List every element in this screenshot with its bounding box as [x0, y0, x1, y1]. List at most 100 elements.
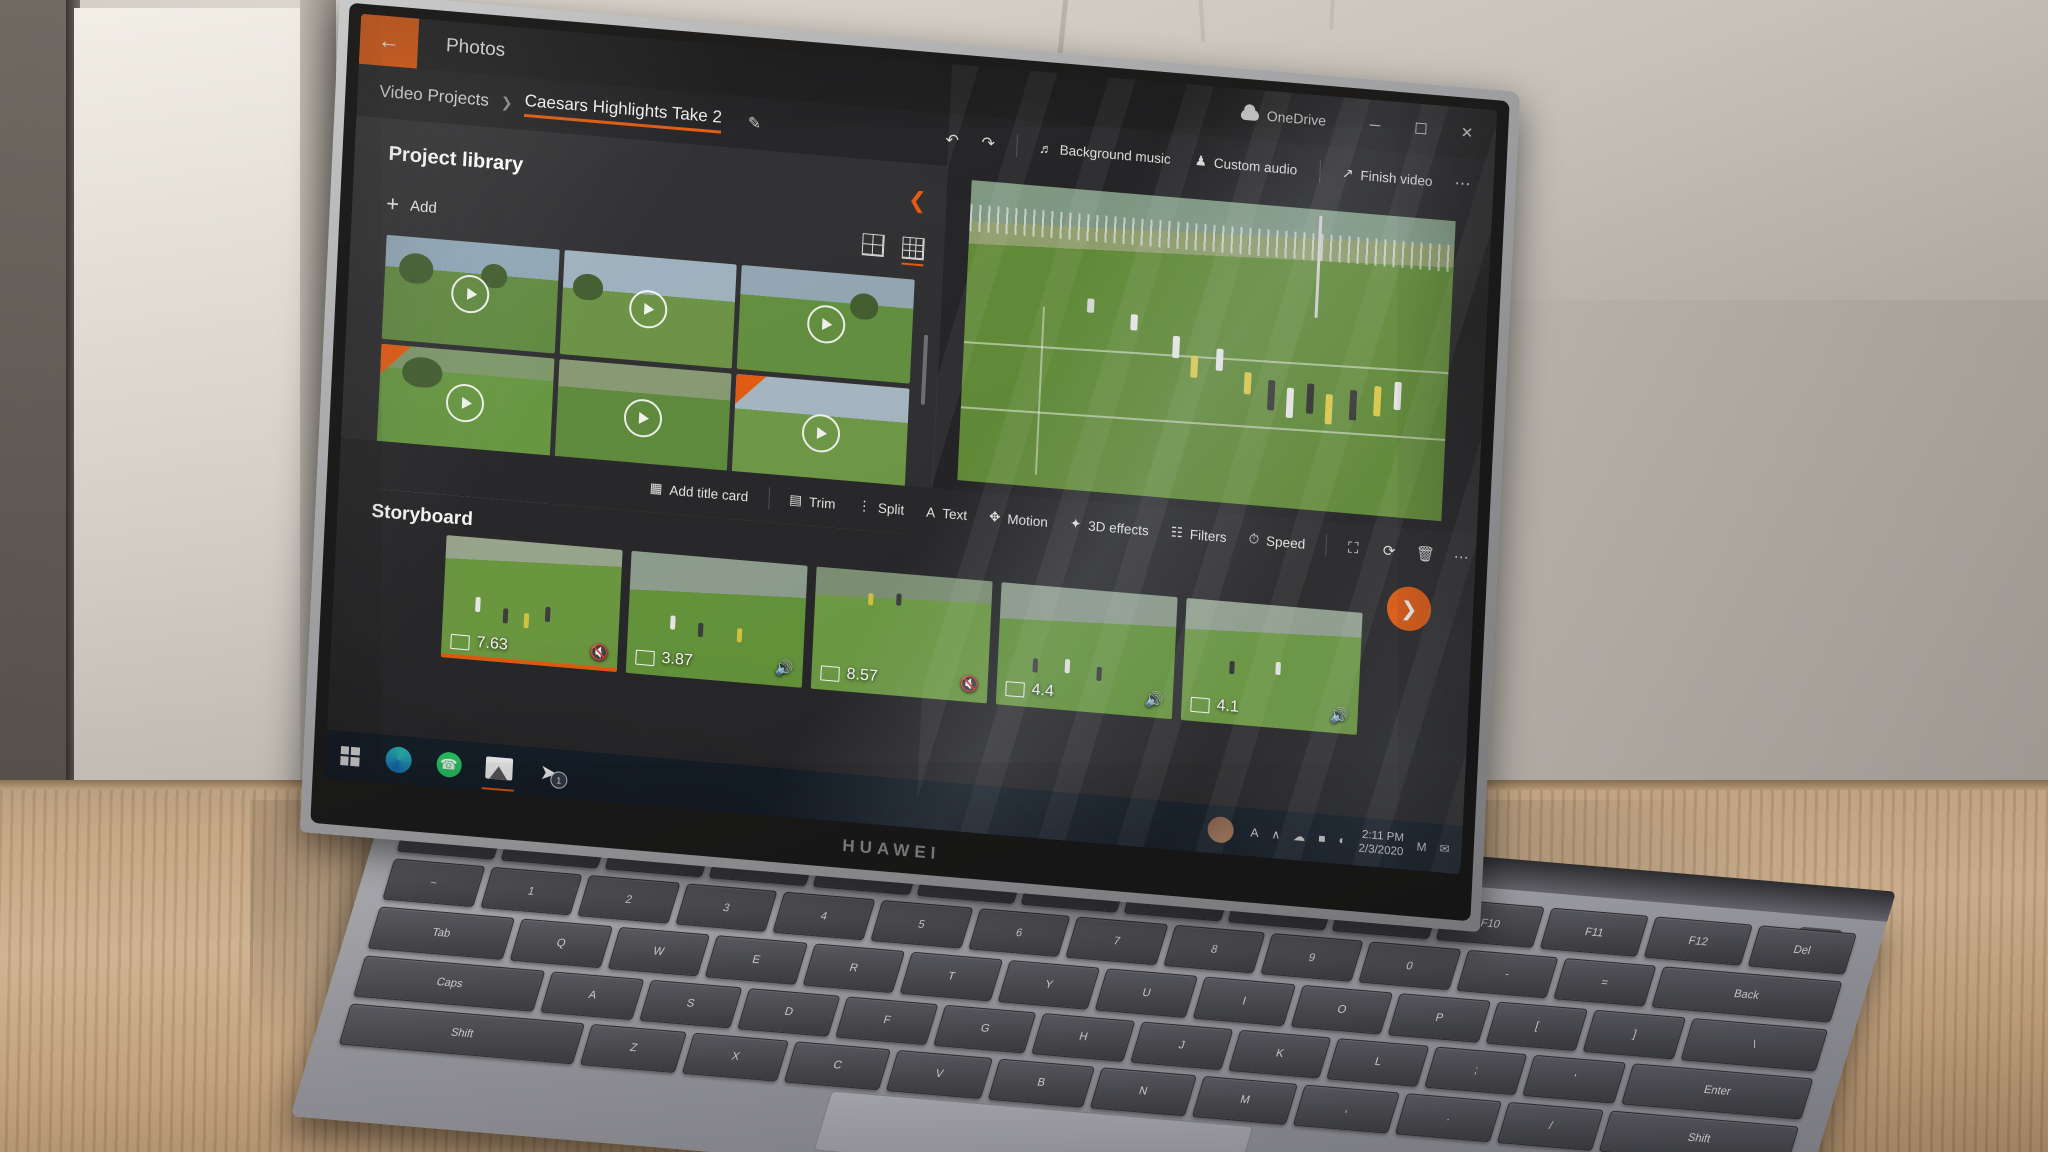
screen: ← Photos OneDrive ─ ☐ ✕ Video Projects ❯… — [324, 13, 1498, 875]
onedrive-status[interactable]: OneDrive — [1240, 106, 1326, 129]
divider — [767, 487, 770, 510]
chevron-left-icon[interactable]: ❮ — [907, 187, 928, 215]
split-button[interactable]: ⋮ Split — [847, 492, 915, 524]
redo-button[interactable]: ↷ — [971, 127, 1006, 160]
view-toggles — [861, 233, 925, 261]
meet-now-icon[interactable]: M — [1416, 839, 1427, 854]
text-icon: A — [925, 504, 936, 520]
play-icon — [628, 288, 669, 330]
filters-button[interactable]: ☷ Filters — [1160, 519, 1237, 551]
storyboard-clip[interactable]: 8.57 🔇 — [810, 566, 993, 704]
library-thumbnail[interactable] — [559, 249, 738, 369]
storyboard-clip[interactable]: 4.4 🔊 — [995, 582, 1178, 720]
maximize-button[interactable]: ☐ — [1397, 102, 1445, 156]
clock-time: 2:11 PM — [1361, 828, 1405, 844]
close-button[interactable]: ✕ — [1443, 106, 1491, 160]
play-icon — [805, 303, 846, 345]
library-thumbnail[interactable] — [737, 264, 915, 384]
chevron-up-icon[interactable]: ∧ — [1271, 827, 1280, 842]
speaker-icon[interactable]: 🔊 — [1145, 690, 1165, 710]
duration-icon — [635, 649, 655, 666]
storyboard-clip[interactable]: 7.63 🔇 — [440, 535, 623, 673]
trim-button[interactable]: ▤ Trim — [779, 486, 847, 518]
video-preview-panel: ◂| ▷ |▸ 0:00.00 2:13.76 ⧈ — [932, 166, 1493, 562]
storyboard-clip[interactable]: 3.87 🔊 — [625, 550, 808, 688]
add-title-card-label: Add title card — [669, 482, 749, 504]
background-music-button[interactable]: ♬ Background music — [1028, 133, 1183, 173]
split-label: Split — [877, 499, 905, 518]
photo-scene: EscF1F2F3 F4F5F6F7 F8F9F10F11 F12Del ~12… — [0, 0, 2048, 1152]
divider — [1015, 134, 1018, 157]
text-button[interactable]: A Text — [916, 498, 978, 528]
notification-icon[interactable]: ✉ — [1439, 841, 1450, 856]
divider — [1324, 534, 1327, 557]
back-button[interactable]: ← — [358, 13, 420, 69]
motion-icon: ✥ — [988, 508, 1001, 525]
undo-button[interactable]: ↶ — [935, 124, 970, 157]
speed-icon: ⏱ — [1248, 530, 1260, 547]
play-icon — [623, 397, 663, 439]
more-options-button[interactable]: ⋯ — [1445, 167, 1480, 200]
wifi-icon[interactable]: ◐ — [1338, 833, 1346, 848]
start-button[interactable] — [325, 730, 375, 782]
custom-audio-button[interactable]: ♟ Custom audio — [1183, 146, 1309, 185]
export-icon: ↗ — [1341, 165, 1354, 182]
speaker-icon[interactable]: 🔊 — [1330, 706, 1350, 726]
taskbar-app-telegram[interactable]: ➤ 1 — [523, 747, 575, 799]
breadcrumb-current[interactable]: Caesars Highlights Take 2 — [524, 91, 722, 134]
add-title-card-button[interactable]: ▦ Add title card — [639, 474, 759, 510]
delete-icon[interactable]: 🗑 — [1407, 538, 1442, 571]
speed-label: Speed — [1265, 532, 1306, 552]
clock[interactable]: 2:11 PM 2/3/2020 — [1358, 827, 1404, 860]
rotate-icon[interactable]: ⟳ — [1371, 534, 1406, 567]
resize-icon[interactable]: ⛶ — [1335, 531, 1370, 564]
battery-icon[interactable]: ■ — [1318, 831, 1326, 846]
trim-label: Trim — [808, 494, 836, 512]
motion-label: Motion — [1007, 510, 1049, 530]
selected-flag-icon — [735, 373, 767, 407]
person-audio-icon: ♟ — [1194, 152, 1208, 169]
taskbar-app-edge[interactable] — [373, 734, 425, 786]
play-icon — [800, 412, 841, 454]
pencil-icon[interactable]: ✎ — [747, 113, 761, 134]
mute-icon[interactable]: 🔇 — [960, 674, 980, 694]
minimize-button[interactable]: ─ — [1351, 98, 1399, 152]
grid-large-icon[interactable] — [861, 233, 885, 257]
cloud-icon[interactable]: ☁ — [1293, 829, 1306, 844]
storyboard-title: Storyboard — [370, 500, 474, 531]
text-label: Text — [941, 505, 968, 523]
whatsapp-icon: ☎ — [435, 750, 462, 778]
speaker-icon[interactable]: 🔊 — [775, 658, 795, 678]
finish-video-button[interactable]: ↗ Finish video — [1331, 158, 1445, 196]
photos-icon — [484, 756, 513, 781]
plus-icon: + — [385, 190, 400, 217]
speed-button[interactable]: ⏱ Speed — [1238, 525, 1316, 558]
avatar[interactable] — [1206, 815, 1235, 844]
video-preview[interactable] — [957, 180, 1456, 522]
music-note-icon: ♬ — [1038, 140, 1054, 157]
chevron-right-icon[interactable]: ❯ — [1385, 584, 1433, 633]
background-music-label: Background music — [1059, 141, 1172, 167]
project-library-panel: Project library ❮ + Add — [340, 115, 949, 602]
finish-video-label: Finish video — [1360, 167, 1433, 189]
white-board-panel — [74, 8, 317, 850]
taskbar-app-photos[interactable] — [473, 742, 525, 794]
taskbar-app-whatsapp[interactable]: ☎ — [423, 738, 475, 790]
grid-small-icon[interactable] — [901, 236, 925, 261]
motion-button[interactable]: ✥ Motion — [978, 503, 1058, 536]
mute-icon[interactable]: 🔇 — [590, 643, 610, 663]
storyboard-clip[interactable]: 4.1 🔊 — [1180, 597, 1363, 735]
clip-duration: 4.1 — [1190, 695, 1239, 717]
add-media-button[interactable]: + Add — [386, 191, 438, 221]
custom-audio-label: Custom audio — [1213, 155, 1298, 178]
language-icon[interactable]: A — [1250, 825, 1259, 840]
3d-effects-button[interactable]: ✦ 3D effects — [1059, 510, 1159, 544]
cloud-icon — [1240, 108, 1260, 121]
library-thumbnail[interactable] — [381, 234, 560, 354]
duration-icon — [1005, 680, 1025, 698]
breadcrumb-parent[interactable]: Video Projects — [379, 82, 489, 111]
laptop-lid: HUAWEI ← Photos OneDrive ─ ☐ ✕ Video Pro… — [299, 0, 1521, 933]
title-card-icon: ▦ — [649, 480, 663, 497]
more-icon[interactable]: ⋯ — [1443, 541, 1478, 574]
clock-date: 2/3/2020 — [1358, 842, 1404, 859]
